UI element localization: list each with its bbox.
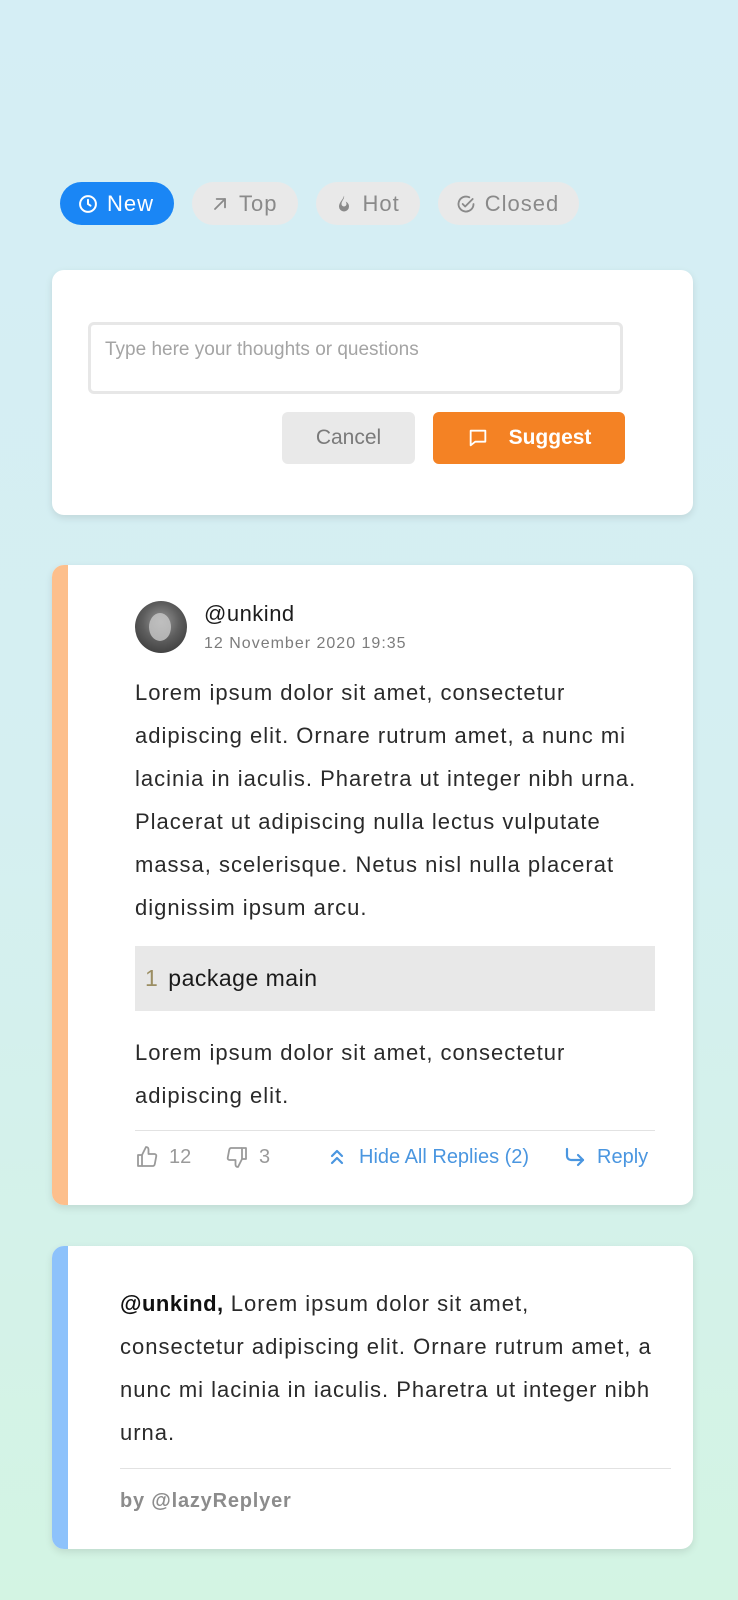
filter-bar: New Top Hot Closed [60, 182, 580, 225]
comment-paragraph-2: Lorem ipsum dolor sit amet, consectetur … [135, 1040, 566, 1108]
reply-mention[interactable]: @unkind, [120, 1291, 224, 1316]
message-icon [469, 429, 486, 447]
filter-top[interactable]: Top [192, 182, 298, 225]
filter-hot-label: Hot [362, 190, 400, 216]
like-button[interactable]: 12 [135, 1145, 191, 1169]
code-text: package main [168, 965, 318, 991]
reply-author: by @lazyReplyer [120, 1490, 292, 1512]
comment-timestamp: 12 November 2020 19:35 [204, 635, 407, 652]
cancel-button[interactable]: Cancel [282, 412, 415, 464]
hide-replies-label: Hide All Replies (2) [359, 1145, 530, 1168]
reply-card: @unkind, Lorem ipsum dolor sit amet, con… [52, 1246, 693, 1549]
comment-input[interactable] [88, 322, 623, 394]
suggest-button-label: Suggest [508, 426, 592, 449]
divider [135, 1130, 655, 1131]
code-line-number: 1 [145, 965, 159, 991]
suggest-button[interactable]: Suggest [433, 412, 625, 464]
dislike-button[interactable]: 3 [225, 1145, 270, 1169]
thumbs-down-icon [226, 1147, 247, 1168]
reply-button[interactable]: Reply [563, 1145, 648, 1169]
comment-actions: 12 3 Hide All Replies (2) Reply [135, 1145, 655, 1177]
reply-accent-bar [52, 1246, 68, 1549]
comment-accent-bar [52, 565, 68, 1205]
reply-arrow-icon [565, 1147, 585, 1167]
arrow-up-right-icon [214, 197, 226, 210]
divider [120, 1468, 671, 1469]
filter-new-label: New [107, 190, 155, 216]
filter-hot[interactable]: Hot [315, 182, 420, 225]
hide-replies-button[interactable]: Hide All Replies (2) [325, 1145, 529, 1169]
filter-top-label: Top [239, 190, 278, 216]
like-count: 12 [169, 1145, 192, 1168]
avatar[interactable] [135, 601, 187, 653]
flame-icon [338, 195, 349, 211]
reply-body: @unkind, Lorem ipsum dolor sit amet, con… [120, 1282, 660, 1454]
dislike-count: 3 [259, 1145, 271, 1168]
comment-paragraph: Lorem ipsum dolor sit amet, consectetur … [135, 680, 637, 920]
comment-username[interactable]: @unkind [204, 601, 295, 627]
thumbs-up-icon [137, 1146, 158, 1167]
reply-label: Reply [597, 1145, 649, 1168]
comment-card: @unkind 12 November 2020 19:35 Lorem ips… [52, 565, 693, 1205]
filter-closed-label: Closed [484, 190, 560, 216]
code-block: 1 package main [135, 946, 655, 1011]
filter-closed[interactable]: Closed [437, 182, 580, 225]
check-circle-icon [457, 195, 475, 212]
filter-new[interactable]: New [60, 182, 175, 225]
chevrons-up-icon [330, 1149, 344, 1165]
cancel-button-label: Cancel [315, 426, 382, 449]
composer-card: Cancel Suggest [52, 270, 693, 515]
clock-icon [79, 194, 97, 213]
